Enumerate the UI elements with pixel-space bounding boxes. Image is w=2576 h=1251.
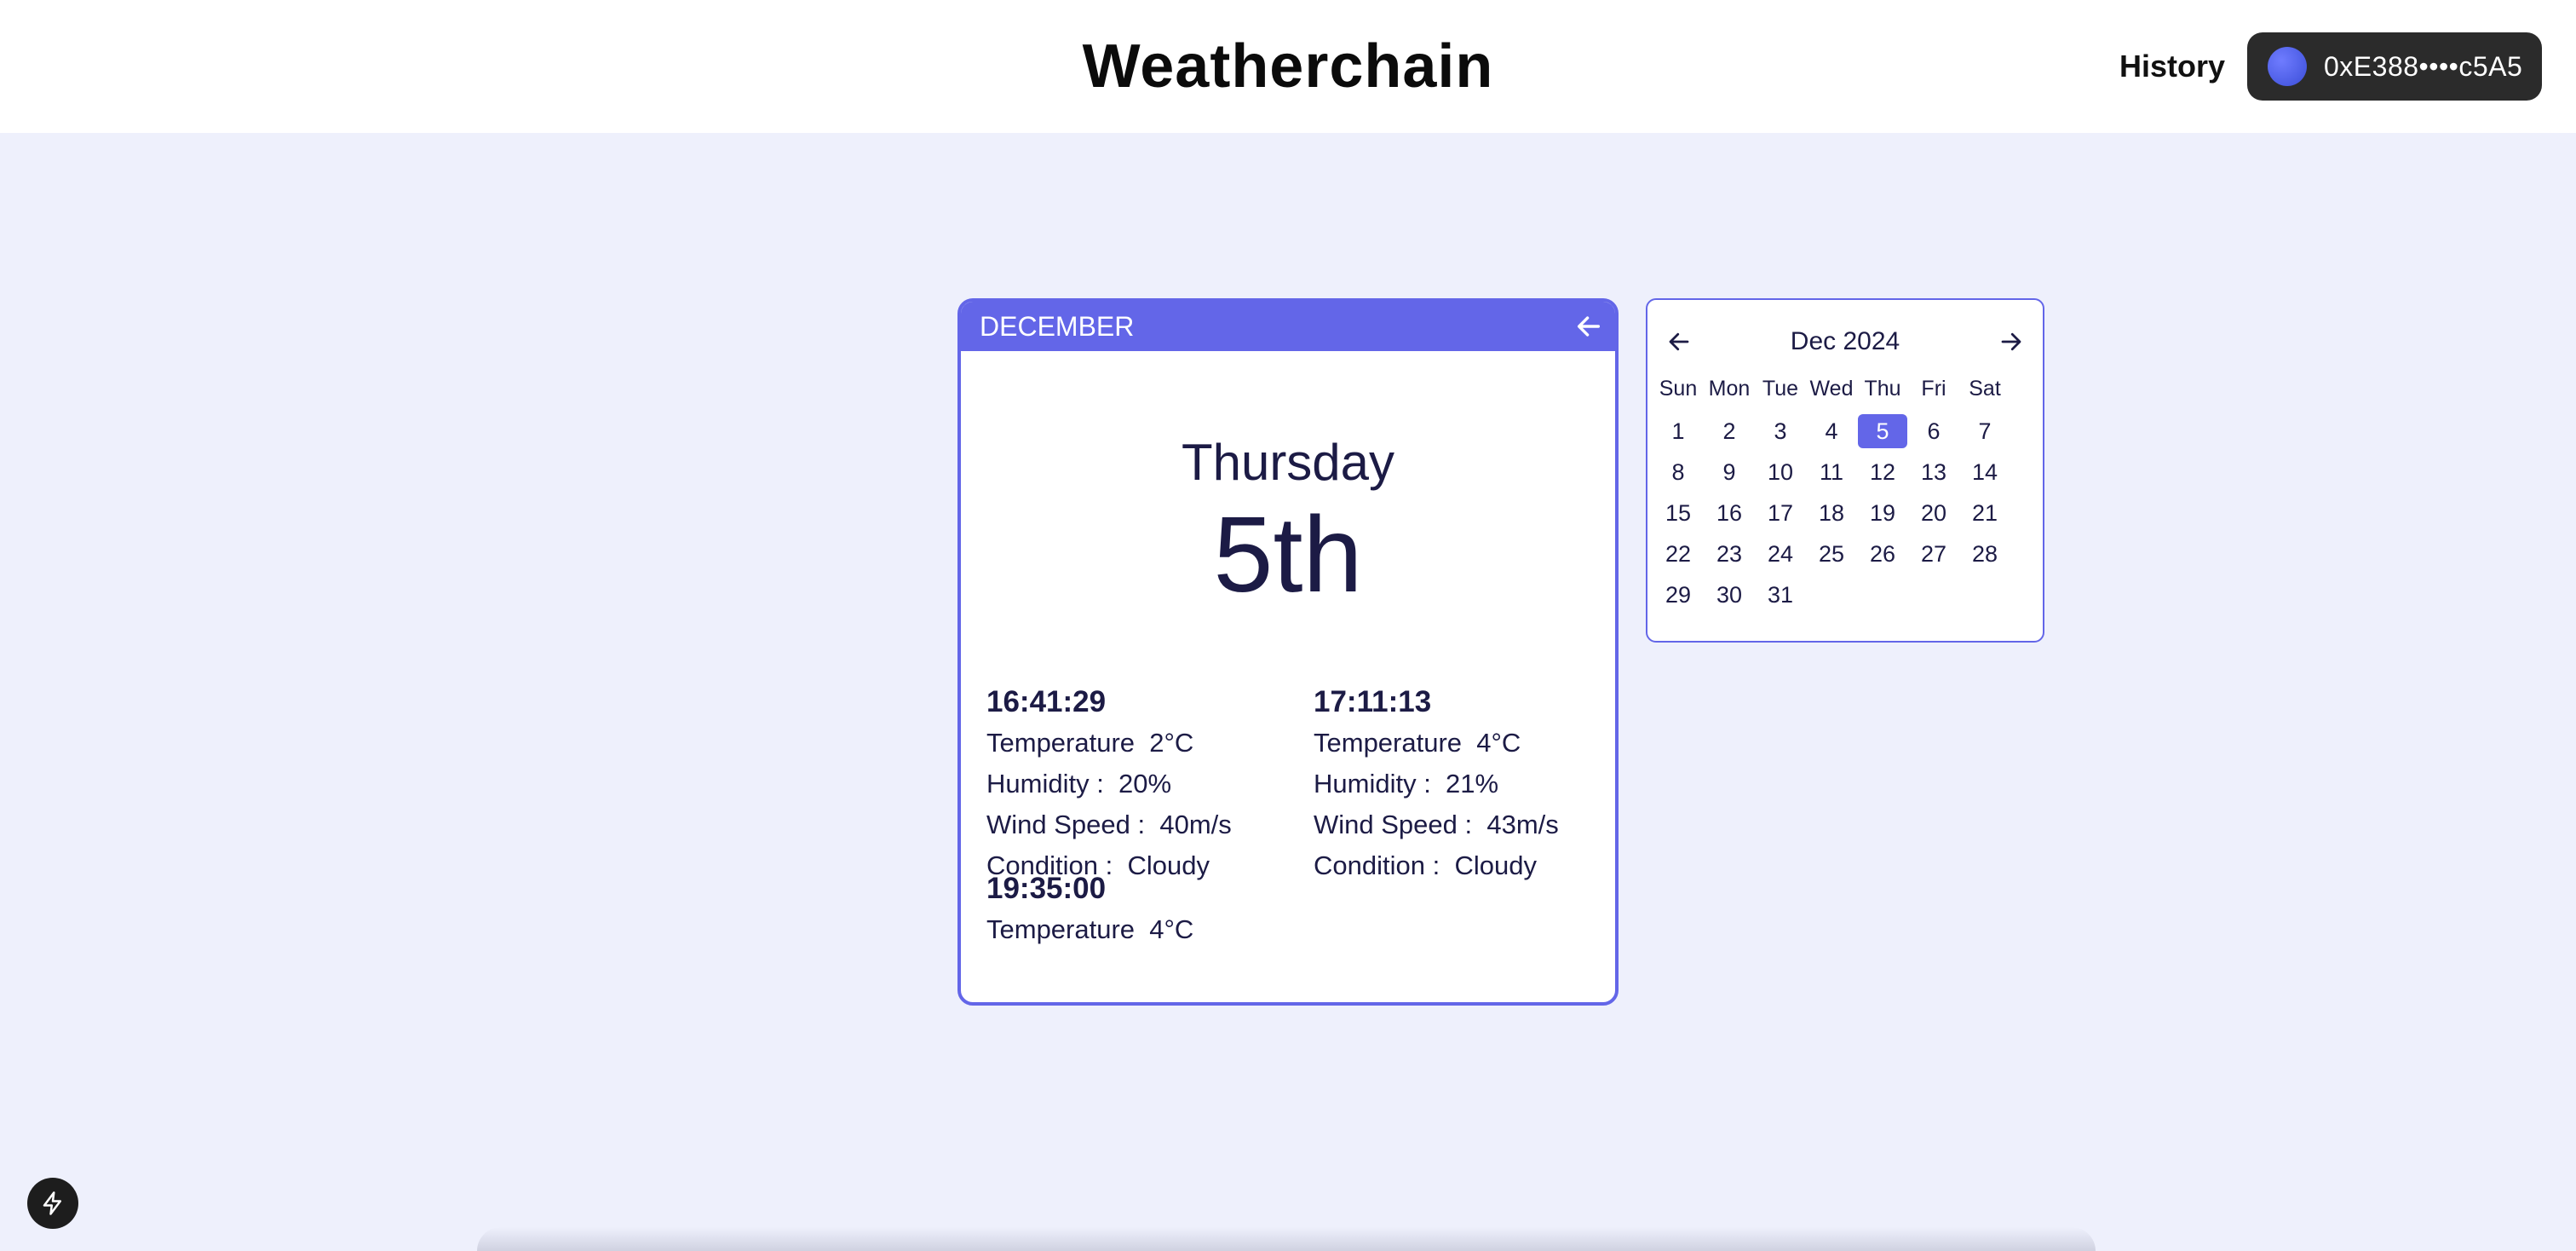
calendar-weekday-header: Wed xyxy=(1809,377,1854,401)
temperature-row: Temperature 4°C xyxy=(1314,723,1603,764)
weather-reading: 16:41:29 Temperature 2°C Humidity : 20% … xyxy=(986,682,1293,886)
calendar-day[interactable]: 7 xyxy=(1960,414,2010,448)
wind-speed-row: Wind Speed : 40m/s xyxy=(986,804,1293,845)
reading-time: 19:35:00 xyxy=(986,872,1107,905)
calendar-day[interactable]: 28 xyxy=(1960,537,2010,571)
calendar-day[interactable]: 12 xyxy=(1858,455,1907,489)
calendar-day[interactable]: 13 xyxy=(1909,455,1958,489)
temperature-row: Temperature 4°C xyxy=(986,909,1293,950)
wind-speed-label: Wind Speed : xyxy=(1314,810,1473,839)
temperature-value: 2°C xyxy=(1149,728,1194,758)
temperature-label: Temperature xyxy=(986,914,1136,944)
day-card-header: DECEMBER xyxy=(961,302,1615,351)
calendar-day[interactable]: 22 xyxy=(1653,537,1703,571)
calendar-day[interactable]: 29 xyxy=(1653,578,1703,612)
day-detail-card: DECEMBER Thursday 5th 16:41:29 Temperatu… xyxy=(957,298,1619,1006)
humidity-value: 20% xyxy=(1118,769,1172,798)
wind-speed-row: Wind Speed : 43m/s xyxy=(1314,804,1603,845)
top-bar: Weatherchain History 0xE388••••c5A5 xyxy=(0,0,2576,133)
humidity-row: Humidity : 21% xyxy=(1314,764,1603,804)
humidity-value: 21% xyxy=(1446,769,1499,798)
calendar-day[interactable]: 16 xyxy=(1705,496,1754,530)
history-link[interactable]: History xyxy=(2119,46,2225,87)
humidity-row: Humidity : 20% xyxy=(986,764,1293,804)
weekday-label: Thursday xyxy=(1181,434,1395,491)
temperature-label: Temperature xyxy=(1314,728,1463,758)
weather-reading: 17:11:13 Temperature 4°C Humidity : 21% … xyxy=(1314,682,1603,886)
calendar-day[interactable]: 2 xyxy=(1705,414,1754,448)
calendar-day[interactable]: 4 xyxy=(1807,414,1856,448)
calendar-day[interactable]: 25 xyxy=(1807,537,1856,571)
calendar-day[interactable]: 14 xyxy=(1960,455,2010,489)
bolt-button[interactable] xyxy=(27,1178,78,1229)
calendar-day[interactable]: 11 xyxy=(1807,455,1856,489)
calendar-day[interactable]: 23 xyxy=(1705,537,1754,571)
reading-time: 17:11:13 xyxy=(1314,685,1432,718)
next-month-arrow-icon[interactable] xyxy=(1998,329,2024,355)
bottom-panel-edge xyxy=(477,1227,2096,1251)
temperature-row: Temperature 2°C xyxy=(986,723,1293,764)
calendar-day[interactable]: 21 xyxy=(1960,496,2010,530)
calendar-day[interactable]: 17 xyxy=(1756,496,1805,530)
month-label: DECEMBER xyxy=(980,311,1135,342)
calendar-day[interactable]: 26 xyxy=(1858,537,1907,571)
date-label: 5th xyxy=(1213,494,1363,614)
weather-reading: 19:35:00 Temperature 4°C xyxy=(986,868,1293,950)
calendar-weekday-header: Sat xyxy=(1969,377,2001,401)
wallet-avatar xyxy=(2268,47,2307,86)
calendar-day[interactable]: 6 xyxy=(1909,414,1958,448)
wallet-button[interactable]: 0xE388••••c5A5 xyxy=(2247,32,2542,101)
temperature-label: Temperature xyxy=(986,728,1136,758)
calendar-day[interactable]: 31 xyxy=(1756,578,1805,612)
humidity-label: Humidity : xyxy=(986,769,1104,798)
temperature-value: 4°C xyxy=(1149,914,1194,944)
calendar-day[interactable]: 18 xyxy=(1807,496,1856,530)
humidity-label: Humidity : xyxy=(1314,769,1431,798)
calendar-day[interactable]: 5 xyxy=(1858,414,1907,448)
condition-value: Cloudy xyxy=(1454,850,1537,880)
calendar-weekday-header: Mon xyxy=(1708,377,1751,401)
temperature-value: 4°C xyxy=(1476,728,1521,758)
calendar-day[interactable]: 8 xyxy=(1653,455,1703,489)
calendar-day[interactable]: 20 xyxy=(1909,496,1958,530)
calendar-day[interactable]: 24 xyxy=(1756,537,1805,571)
calendar-weekday-header: Fri xyxy=(1921,377,1946,401)
calendar-day[interactable]: 30 xyxy=(1705,578,1754,612)
wind-speed-value: 43m/s xyxy=(1486,810,1559,839)
calendar-day[interactable]: 10 xyxy=(1756,455,1805,489)
condition-row: Condition : Cloudy xyxy=(1314,845,1603,886)
condition-label: Condition : xyxy=(1314,850,1440,880)
calendar-widget: Dec 2024 Sun Mon Tue Wed Thu Fri Sat 1 2 3 4 5 6 7 8 9 1… xyxy=(1646,298,2044,643)
calendar-day[interactable]: 15 xyxy=(1653,496,1703,530)
wind-speed-label: Wind Speed : xyxy=(986,810,1146,839)
reading-time: 16:41:29 xyxy=(986,685,1107,718)
calendar-day[interactable]: 1 xyxy=(1653,414,1703,448)
calendar-day[interactable]: 9 xyxy=(1705,455,1754,489)
calendar-weekday-header: Thu xyxy=(1864,377,1901,401)
calendar-weekday-header: Sun xyxy=(1659,377,1698,401)
back-arrow-icon[interactable] xyxy=(1574,312,1603,341)
calendar-day[interactable]: 3 xyxy=(1756,414,1805,448)
calendar-day[interactable]: 19 xyxy=(1858,496,1907,530)
lightning-icon xyxy=(43,1191,61,1215)
calendar-month-title: Dec 2024 xyxy=(1790,327,1900,355)
calendar-weekday-header: Tue xyxy=(1762,377,1799,401)
wallet-address: 0xE388••••c5A5 xyxy=(2324,50,2523,82)
wind-speed-value: 40m/s xyxy=(1159,810,1232,839)
calendar-day[interactable]: 27 xyxy=(1909,537,1958,571)
